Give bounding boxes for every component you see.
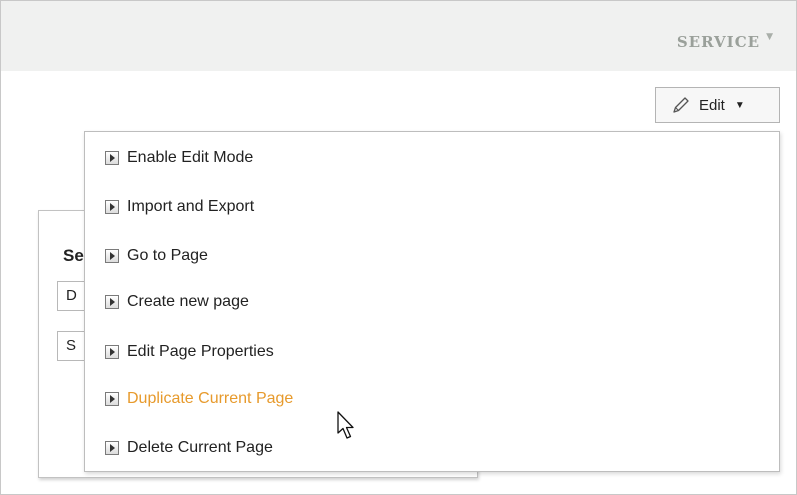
edit-button[interactable]: Edit ▼ — [655, 87, 780, 123]
arrow-right-box-icon — [105, 200, 119, 214]
menu-item-label: Delete Current Page — [127, 439, 273, 456]
menu-item-label: Create new page — [127, 293, 249, 310]
menu-item-duplicate-current-page[interactable]: Duplicate Current Page — [105, 387, 293, 411]
menu-item-enable-edit-mode[interactable]: Enable Edit Mode — [105, 146, 253, 170]
mouse-cursor-icon — [337, 411, 354, 439]
menu-item-label: Enable Edit Mode — [127, 149, 254, 166]
menu-item-edit-page-properties[interactable]: Edit Page Properties — [105, 340, 274, 364]
menu-item-label: Import and Export — [127, 198, 255, 215]
pencil-icon — [673, 97, 689, 113]
menu-item-label: Duplicate Current Page — [127, 390, 294, 407]
caret-down-icon: ▼ — [766, 32, 774, 42]
arrow-right-box-icon — [105, 441, 119, 455]
menu-item-go-to-page[interactable]: Go to Page — [105, 244, 208, 268]
menu-item-delete-current-page[interactable]: Delete Current Page — [105, 436, 273, 460]
service-menu[interactable]: SERVICE ▼ — [676, 32, 774, 51]
arrow-right-box-icon — [105, 295, 119, 309]
arrow-right-box-icon — [105, 392, 119, 406]
arrow-right-box-icon — [105, 249, 119, 263]
top-bar: SERVICE ▼ — [1, 1, 796, 71]
arrow-right-box-icon — [105, 345, 119, 359]
menu-item-create-new-page[interactable]: Create new page — [105, 290, 249, 314]
arrow-right-box-icon — [105, 151, 119, 165]
menu-item-label: Edit Page Properties — [127, 343, 274, 360]
edit-dropdown-menu: Enable Edit Mode Import and Export Go to… — [84, 131, 780, 472]
panel-title: Se — [63, 246, 84, 265]
menu-item-label: Go to Page — [127, 247, 208, 264]
caret-down-icon: ▼ — [734, 99, 745, 111]
edit-button-label: Edit — [699, 96, 725, 114]
service-menu-label: SERVICE — [676, 33, 761, 51]
menu-item-import-export[interactable]: Import and Export — [105, 195, 254, 219]
